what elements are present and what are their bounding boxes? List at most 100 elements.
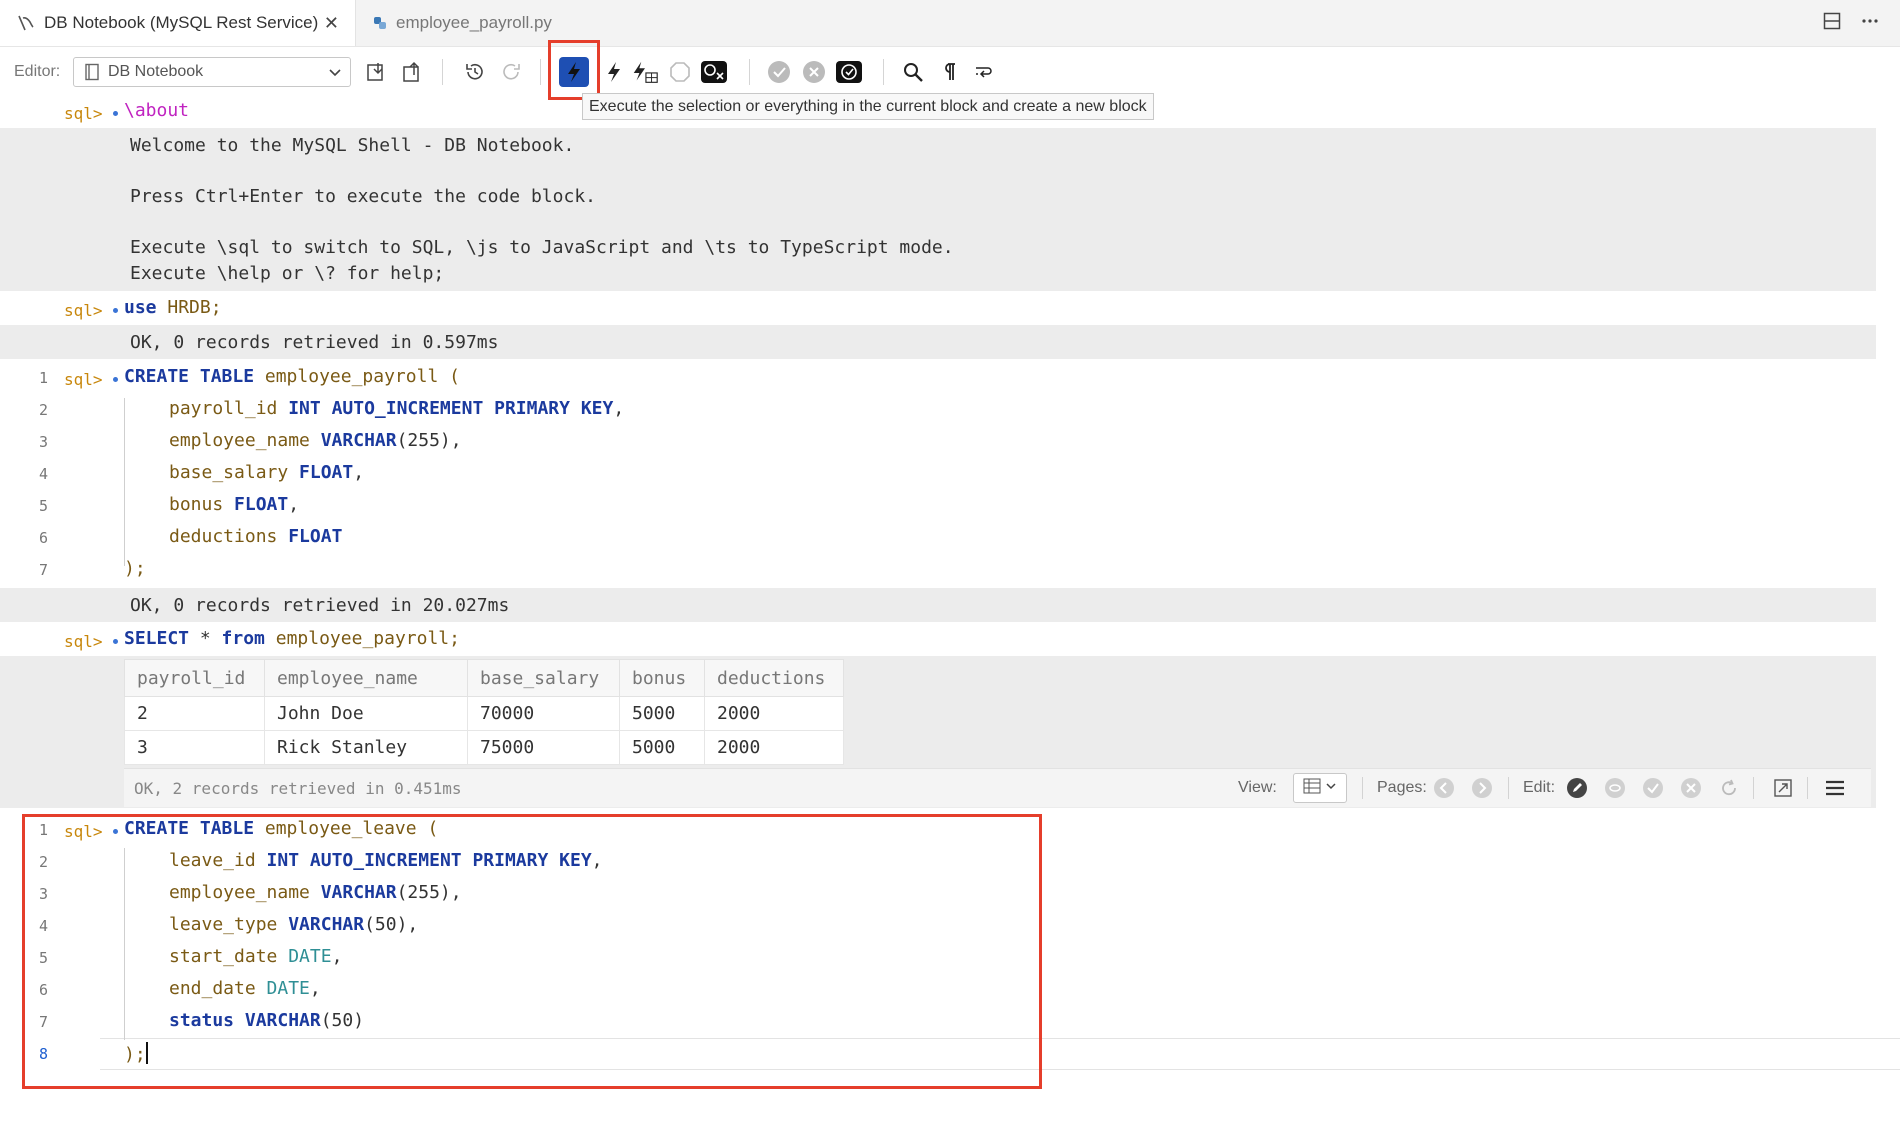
code-line[interactable]: 1 sql> CREATE TABLE employee_payroll ( <box>0 362 1900 394</box>
execute-to-text-icon[interactable] <box>630 57 660 87</box>
line-number: 2 <box>38 401 48 419</box>
execute-icon[interactable] <box>599 57 629 87</box>
notebook-icon <box>84 63 100 81</box>
tab-employee-payroll[interactable]: employee_payroll.py <box>356 0 570 46</box>
sql-keyword: FLOAT <box>234 494 289 515</box>
table-cell[interactable]: John Doe <box>264 696 468 731</box>
sql-keyword: INT AUTO_INCREMENT PRIMARY KEY <box>288 398 614 419</box>
table-cell[interactable]: 5000 <box>619 730 705 765</box>
save-notebook-icon[interactable] <box>397 57 427 87</box>
sql-text: (255), <box>396 430 462 451</box>
sql-keyword: SELECT <box>124 628 190 649</box>
discard-changes-icon[interactable] <box>1680 777 1702 799</box>
preview-changes-icon[interactable] <box>1604 777 1626 799</box>
search-icon[interactable] <box>898 57 928 87</box>
stop-icon[interactable] <box>665 57 695 87</box>
sql-keyword: VARCHAR <box>320 430 397 451</box>
table-cell[interactable]: 2 <box>124 696 265 731</box>
table-cell[interactable]: Rick Stanley <box>264 730 468 765</box>
code-line[interactable]: sql> SELECT * from employee_payroll; <box>0 624 1900 656</box>
close-icon[interactable]: ✕ <box>324 13 339 34</box>
pages-label: Pages: <box>1377 779 1427 796</box>
line-number: 3 <box>38 433 48 451</box>
apply-changes-icon[interactable] <box>1642 777 1664 799</box>
line-number: 5 <box>38 497 48 515</box>
edit-pencil-icon[interactable] <box>1566 777 1588 799</box>
table-row[interactable]: 2 John Doe 70000 5000 2000 <box>124 696 844 731</box>
code-line[interactable]: 7 ); <box>0 554 1900 586</box>
block-marker <box>113 308 118 313</box>
sql-prompt: sql> <box>64 301 103 320</box>
tab-label: DB Notebook (MySQL Rest Service) <box>44 13 319 32</box>
new-block-highlight <box>22 814 1042 1089</box>
table-cell[interactable]: 70000 <box>467 696 620 731</box>
sql-keyword: from <box>221 628 265 649</box>
code-line[interactable]: sql> \about <box>0 96 1900 128</box>
output-about: Welcome to the MySQL Shell - DB Notebook… <box>0 128 1876 291</box>
code-line[interactable]: sql> use HRDB; <box>0 293 1900 325</box>
block-marker <box>113 377 118 382</box>
table-cell[interactable]: 3 <box>124 730 265 765</box>
tab-db-notebook[interactable]: DB Notebook (MySQL Rest Service) ✕ <box>0 0 356 46</box>
output-create-payroll: OK, 0 records retrieved in 20.027ms <box>0 588 1876 622</box>
column-header[interactable]: payroll_id <box>124 659 265 697</box>
output-status: OK, 0 records retrieved in 20.027ms <box>130 595 510 616</box>
editor-label: Editor: <box>14 63 61 80</box>
code-line[interactable]: 5 bonus FLOAT, <box>0 490 1900 522</box>
load-notebook-icon[interactable] <box>361 57 391 87</box>
sql-text: ); <box>124 558 146 579</box>
column-header[interactable]: employee_name <box>264 659 468 697</box>
sql-keyword: FLOAT <box>299 462 354 483</box>
table-cell[interactable]: 75000 <box>467 730 620 765</box>
column-header[interactable]: bonus <box>619 659 705 697</box>
commit-icon[interactable] <box>764 57 794 87</box>
line-number: 1 <box>38 369 48 387</box>
block-marker <box>113 111 118 116</box>
column-header[interactable]: deductions <box>704 659 844 697</box>
code-line[interactable]: 4 base_salary FLOAT, <box>0 458 1900 490</box>
history-icon[interactable] <box>460 57 490 87</box>
sql-keyword: FLOAT <box>288 526 343 547</box>
db-notebook-icon <box>16 13 36 33</box>
sql-text: bonus <box>169 494 235 515</box>
rollback-icon[interactable] <box>799 57 829 87</box>
table-cell[interactable]: 2000 <box>704 730 844 765</box>
editor-select[interactable]: DB Notebook <box>73 57 351 87</box>
previous-page-icon[interactable] <box>1433 777 1455 799</box>
split-editor-icon[interactable] <box>1822 11 1842 36</box>
python-file-icon <box>372 15 388 31</box>
line-number: 6 <box>38 529 48 547</box>
table-row[interactable]: 3 Rick Stanley 75000 5000 2000 <box>124 730 844 765</box>
output-line: Execute \sql to switch to SQL, \js to Ja… <box>130 237 954 258</box>
chevron-down-icon <box>328 65 342 84</box>
maximize-result-icon[interactable] <box>1772 777 1794 799</box>
table-cell[interactable]: 2000 <box>704 696 844 731</box>
explain-icon[interactable] <box>699 57 729 87</box>
menu-icon[interactable] <box>1824 777 1846 799</box>
refresh-icon[interactable] <box>1718 777 1740 799</box>
redo-icon[interactable] <box>496 57 526 87</box>
auto-commit-icon[interactable] <box>834 57 864 87</box>
sql-text: , <box>288 494 300 515</box>
output-line: Execute \help or \? for help; <box>130 263 445 284</box>
code-line[interactable]: 6 deductions FLOAT <box>0 522 1900 554</box>
execute-button-highlight <box>548 40 600 100</box>
sql-text: employee_payroll ( <box>254 366 460 387</box>
view-select[interactable] <box>1293 773 1347 803</box>
result-status: OK, 2 records retrieved in 0.451ms <box>134 779 462 798</box>
word-wrap-icon[interactable] <box>968 57 998 87</box>
sql-text: , <box>353 462 365 483</box>
sql-text: employee_payroll; <box>264 628 460 649</box>
sql-text: payroll_id <box>169 398 289 419</box>
more-actions-icon[interactable] <box>1860 11 1880 36</box>
grid-view-icon <box>1303 778 1321 799</box>
code-line[interactable]: 2 payroll_id INT AUTO_INCREMENT PRIMARY … <box>0 394 1900 426</box>
table-cell[interactable]: 5000 <box>619 696 705 731</box>
next-page-icon[interactable] <box>1471 777 1493 799</box>
sql-prompt: sql> <box>64 370 103 389</box>
output-line: Welcome to the MySQL Shell - DB Notebook… <box>130 135 575 156</box>
shell-command: \about <box>124 100 190 121</box>
column-header[interactable]: base_salary <box>467 659 620 697</box>
pilcrow-icon[interactable] <box>934 57 964 87</box>
code-line[interactable]: 3 employee_name VARCHAR(255), <box>0 426 1900 458</box>
